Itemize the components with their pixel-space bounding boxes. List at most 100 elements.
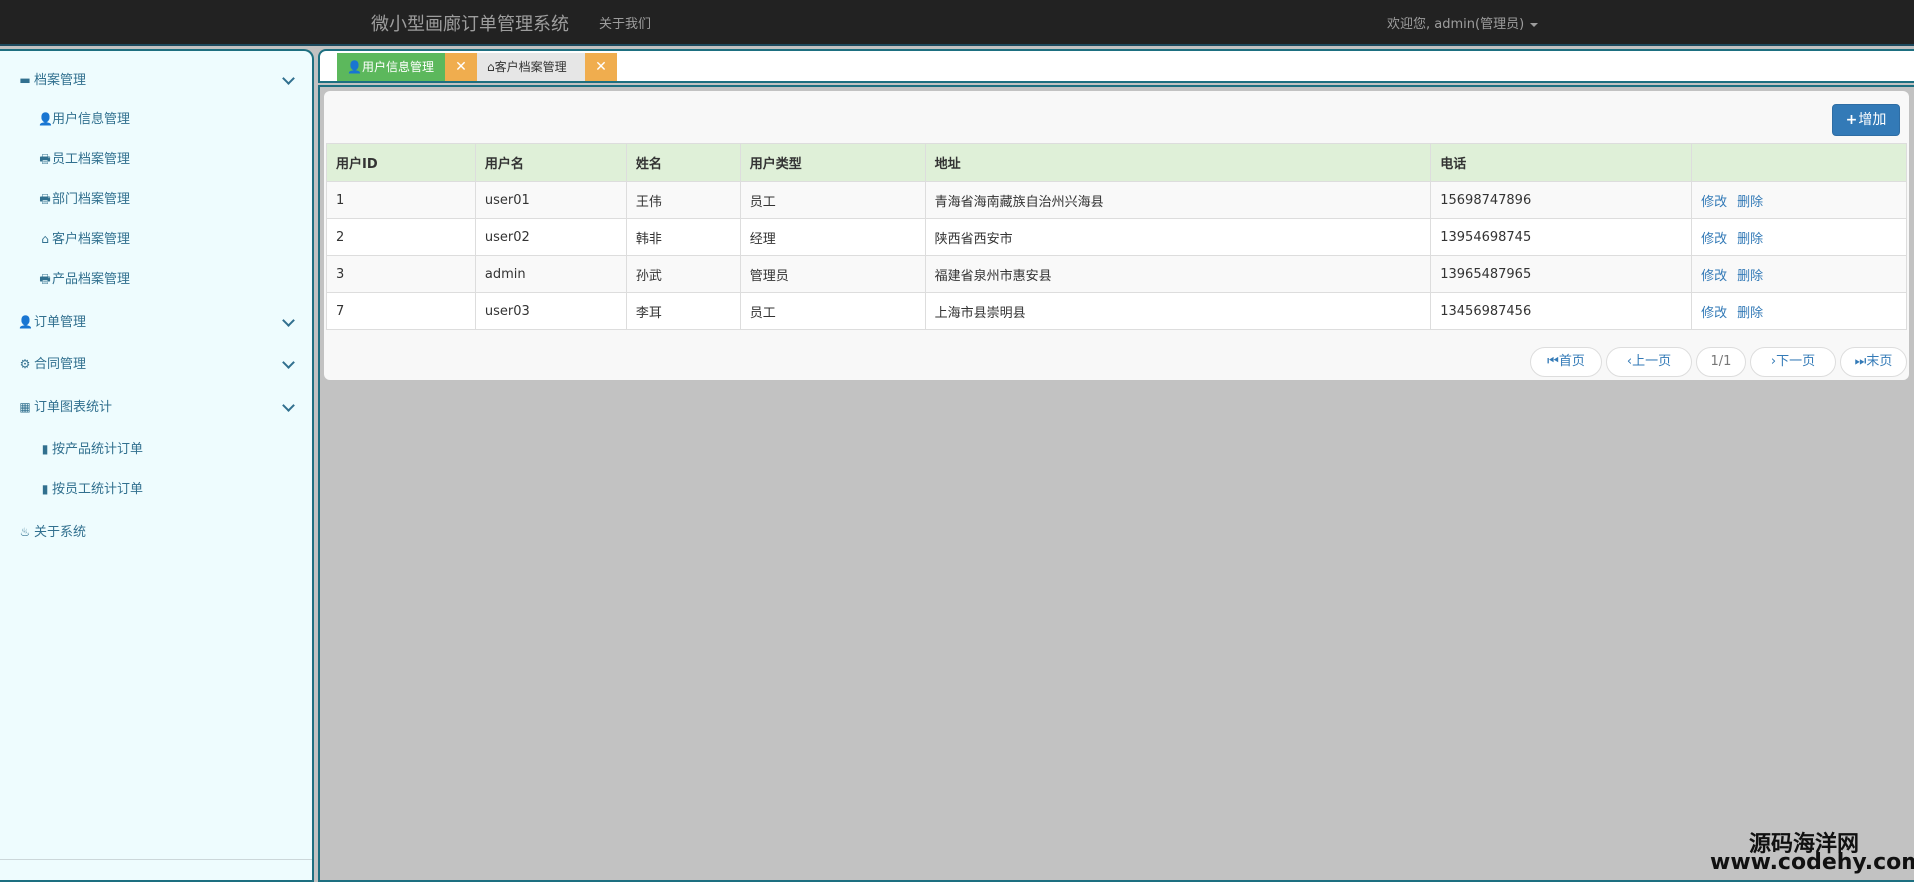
user-info-panel: +增加 用户ID 用户名 姓名 用户类型 地址 电话 1 user01 王伟 员… bbox=[324, 91, 1909, 380]
column-header-username[interactable]: 用户名 bbox=[474, 143, 627, 182]
user-menu[interactable]: 欢迎您, admin(管理员) bbox=[1387, 13, 1539, 32]
prev-page-button[interactable]: ‹上一页 bbox=[1606, 347, 1692, 377]
chevron-down-icon bbox=[282, 399, 295, 412]
sidebar-item-label: 部门档案管理 bbox=[52, 192, 131, 207]
sidebar-divider bbox=[0, 859, 312, 860]
next-page-label: 下一页 bbox=[1776, 354, 1816, 369]
cell-user-type: 员工 bbox=[739, 181, 926, 219]
delete-link[interactable]: 删除 bbox=[1737, 306, 1763, 321]
prev-page-label: 上一页 bbox=[1632, 354, 1672, 369]
cell-username: user03 bbox=[474, 292, 627, 330]
tab-strip: 👤用户信息管理 ✕ ⌂客户档案管理 ✕ bbox=[318, 49, 1914, 83]
cell-phone: 13954698745 bbox=[1430, 218, 1693, 256]
fire-icon: ♨ bbox=[19, 525, 31, 539]
top-navbar: 微小型画廊订单管理系统 关于我们 欢迎您, admin(管理员) bbox=[0, 0, 1914, 46]
table-row[interactable]: 2 user02 韩非 经理 陕西省西安市 13954698745 修改 删除 bbox=[326, 218, 1907, 256]
tab-close-button[interactable]: ✕ bbox=[585, 53, 617, 81]
sidebar-item-employee-archive[interactable]: 🖶员工档案管理 bbox=[38, 149, 130, 169]
next-page-button[interactable]: ›下一页 bbox=[1750, 347, 1836, 377]
sidebar-group-about-system[interactable]: ♨ 关于系统 bbox=[18, 521, 293, 543]
column-header-address[interactable]: 地址 bbox=[924, 143, 1432, 182]
sidebar-group-label: 关于系统 bbox=[34, 525, 87, 540]
cell-username: admin bbox=[474, 255, 627, 293]
cell-phone: 13965487965 bbox=[1430, 255, 1693, 293]
cell-user-type: 员工 bbox=[739, 292, 926, 330]
cell-user-id: 2 bbox=[326, 218, 476, 256]
cell-actions: 修改 删除 bbox=[1691, 292, 1907, 330]
last-page-button[interactable]: ⏭末页 bbox=[1840, 347, 1907, 377]
column-header-user-type[interactable]: 用户类型 bbox=[739, 143, 926, 182]
sidebar-item-label: 用户信息管理 bbox=[52, 112, 131, 127]
cell-username: user01 bbox=[474, 181, 627, 219]
delete-link[interactable]: 删除 bbox=[1737, 269, 1763, 284]
tab-close-button[interactable]: ✕ bbox=[445, 53, 477, 81]
user-icon: 👤 bbox=[347, 60, 362, 74]
sidebar-item-customer-archive[interactable]: ⌂ 客户档案管理 bbox=[38, 229, 130, 249]
add-button[interactable]: +增加 bbox=[1832, 104, 1900, 136]
sidebar-item-stats-by-employee[interactable]: ▮ 按员工统计订单 bbox=[38, 479, 143, 499]
delete-link[interactable]: 删除 bbox=[1737, 195, 1763, 210]
delete-link[interactable]: 删除 bbox=[1737, 232, 1763, 247]
sidebar-item-product-archive[interactable]: 🖶产品档案管理 bbox=[38, 269, 130, 289]
edit-link[interactable]: 修改 bbox=[1701, 269, 1727, 284]
plus-icon: + bbox=[1845, 112, 1858, 128]
column-header-phone[interactable]: 电话 bbox=[1430, 143, 1693, 182]
sidebar-item-label: 按产品统计订单 bbox=[52, 442, 144, 457]
sidebar-item-user-info[interactable]: 👤用户信息管理 bbox=[38, 109, 130, 129]
fast-forward-icon: ⏭ bbox=[1854, 354, 1867, 369]
edit-link[interactable]: 修改 bbox=[1701, 232, 1727, 247]
nav-about-link[interactable]: 关于我们 bbox=[599, 13, 651, 32]
table-row[interactable]: 7 user03 李耳 员工 上海市县崇明县 13456987456 修改 删除 bbox=[326, 292, 1907, 330]
cell-name: 韩非 bbox=[625, 218, 741, 256]
sidebar-group-archive[interactable]: ▬ 档案管理 bbox=[18, 69, 295, 91]
cell-actions: 修改 删除 bbox=[1691, 255, 1907, 293]
column-header-name[interactable]: 姓名 bbox=[625, 143, 741, 182]
sidebar-group-contracts[interactable]: ⚙ 合同管理 bbox=[18, 353, 295, 375]
cell-address: 上海市县崇明县 bbox=[924, 292, 1432, 330]
bar-chart-icon: ▮ bbox=[41, 482, 49, 496]
sidebar-item-label: 按员工统计订单 bbox=[52, 482, 144, 497]
table-row[interactable]: 1 user01 王伟 员工 青海省海南藏族自治州兴海县 15698747896… bbox=[326, 181, 1907, 219]
sidebar-item-stats-by-product[interactable]: ▮ 按产品统计订单 bbox=[38, 439, 143, 459]
sidebar-group-orders[interactable]: 👤订单管理 bbox=[18, 311, 295, 333]
card-icon: ▬ bbox=[19, 73, 31, 87]
last-page-label: 末页 bbox=[1866, 354, 1893, 369]
cell-actions: 修改 删除 bbox=[1691, 218, 1907, 256]
cell-address: 陕西省西安市 bbox=[924, 218, 1432, 256]
user-icon: 👤 bbox=[38, 112, 53, 126]
sidebar-group-label: 档案管理 bbox=[34, 73, 87, 88]
sidebar-group-order-charts[interactable]: ▦ 订单图表统计 bbox=[18, 396, 295, 418]
first-page-label: 首页 bbox=[1558, 354, 1585, 369]
edit-link[interactable]: 修改 bbox=[1701, 195, 1727, 210]
print-icon: 🖶 bbox=[39, 192, 51, 206]
cell-actions: 修改 删除 bbox=[1691, 181, 1907, 219]
cell-user-id: 3 bbox=[326, 255, 476, 293]
app-title[interactable]: 微小型画廊订单管理系统 bbox=[371, 10, 569, 36]
cell-user-id: 7 bbox=[326, 292, 476, 330]
cell-username: user02 bbox=[474, 218, 627, 256]
table-row[interactable]: 3 admin 孙武 管理员 福建省泉州市惠安县 13965487965 修改删… bbox=[326, 255, 1907, 293]
column-header-user-id[interactable]: 用户ID bbox=[326, 143, 476, 182]
sidebar-item-label: 产品档案管理 bbox=[52, 272, 131, 287]
sidebar-item-department-archive[interactable]: 🖶部门档案管理 bbox=[38, 189, 130, 209]
tab-user-info[interactable]: 👤用户信息管理 bbox=[337, 53, 445, 81]
add-button-label: 增加 bbox=[1858, 112, 1887, 128]
cell-name: 孙武 bbox=[625, 255, 741, 293]
user-menu-label: 欢迎您, admin(管理员) bbox=[1387, 17, 1525, 32]
first-page-button[interactable]: ⏮首页 bbox=[1530, 347, 1602, 377]
tab-label: 客户档案管理 bbox=[494, 60, 567, 74]
close-icon: ✕ bbox=[455, 59, 467, 75]
cell-address: 青海省海南藏族自治州兴海县 bbox=[924, 181, 1432, 219]
fast-backward-icon: ⏮ bbox=[1547, 354, 1559, 369]
cell-user-type: 经理 bbox=[739, 218, 926, 256]
page-indicator: 1/1 bbox=[1696, 347, 1746, 377]
chevron-down-icon bbox=[282, 314, 295, 327]
watermark-url: www.codehy.com bbox=[1710, 850, 1914, 875]
pagination: ⏮首页 ‹上一页 1/1 ›下一页 ⏭末页 bbox=[324, 347, 1909, 377]
tab-customer-archive[interactable]: ⌂客户档案管理 bbox=[477, 53, 585, 81]
tab-label: 用户信息管理 bbox=[361, 60, 434, 74]
caret-down-icon bbox=[1530, 22, 1539, 27]
calendar-icon: ▦ bbox=[19, 400, 31, 414]
table-header-row: 用户ID 用户名 姓名 用户类型 地址 电话 bbox=[326, 143, 1907, 182]
edit-link[interactable]: 修改 bbox=[1701, 306, 1727, 321]
